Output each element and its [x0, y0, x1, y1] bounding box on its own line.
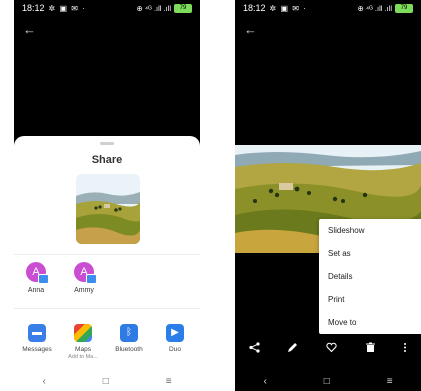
photo-toolbar	[235, 340, 421, 358]
contact-name: Ammy	[74, 287, 94, 294]
menu-item-move-to[interactable]: Move to	[319, 311, 421, 334]
avatar: A	[74, 262, 97, 284]
bluetooth-icon: ᛒ	[120, 324, 138, 342]
maps-icon	[74, 324, 92, 342]
contact-anna[interactable]: A Anna	[16, 262, 56, 294]
divider	[14, 308, 200, 309]
notification-icons: ✲ ▣ ✉ ·	[269, 3, 307, 13]
menu-item-set-as[interactable]: Set as	[319, 242, 421, 265]
status-time: 18:12	[243, 3, 266, 13]
message-badge-icon	[38, 274, 49, 284]
nav-home-icon[interactable]: □	[103, 376, 109, 387]
battery-icon: 79	[395, 3, 413, 13]
share-title: Share	[91, 154, 123, 166]
menu-item-slideshow[interactable]: Slideshow	[319, 219, 421, 242]
divider	[14, 254, 200, 255]
photo-viewer-screen: 18:12 ✲ ▣ ✉ · ⊕ ⁴ᴳ .ıll .ıll 79 ← Slides…	[235, 0, 421, 391]
status-time: 18:12	[22, 3, 45, 13]
contact-ammy[interactable]: A Ammy	[64, 262, 104, 294]
status-bar: 18:12 ✲ ▣ ✉ · ⊕ ⁴ᴳ .ıll .ıll 79	[14, 0, 200, 16]
signal-indicators: ⊕ ⁴ᴳ .ıll .ıll 79	[357, 3, 413, 13]
app-label: Maps	[75, 346, 91, 353]
more-icon[interactable]	[403, 342, 407, 356]
nav-back-icon[interactable]: ‹	[263, 376, 266, 387]
app-bluetooth[interactable]: ᛒ Bluetooth	[106, 324, 152, 354]
share-screen: 18:12 ✲ ▣ ✉ · ⊕ ⁴ᴳ .ıll .ıll 79 ← Share	[14, 0, 200, 391]
video-icon: ▶	[166, 324, 184, 342]
contact-name: Anna	[27, 287, 45, 294]
signal-icon: ⊕ ⁴ᴳ .ıll .ıll	[357, 3, 392, 13]
share-sheet: Share A Anna A Ammy ▬ Messages Maps Add …	[14, 136, 200, 391]
back-arrow-icon[interactable]: ←	[244, 23, 257, 36]
message-badge-icon	[86, 274, 97, 284]
back-arrow-icon[interactable]: ←	[23, 23, 36, 36]
share-icon[interactable]	[249, 342, 260, 356]
app-label: Messages	[22, 346, 52, 353]
app-messages[interactable]: ▬ Messages	[14, 324, 60, 354]
message-icon: ▬	[28, 324, 46, 342]
notification-icons: ✲ ▣ ✉ ·	[48, 3, 86, 13]
app-label: Bluetooth	[115, 346, 143, 353]
heart-icon[interactable]	[326, 342, 337, 356]
avatar: A	[26, 262, 49, 284]
nav-home-icon[interactable]: □	[324, 376, 330, 387]
overflow-menu: Slideshow Set as Details Print Move to	[319, 219, 421, 334]
menu-item-print[interactable]: Print	[319, 288, 421, 311]
app-label: Duo	[169, 346, 181, 353]
signal-icon: ⊕ ⁴ᴳ .ıll .ıll	[136, 3, 171, 13]
menu-item-details[interactable]: Details	[319, 265, 421, 288]
app-maps[interactable]: Maps Add to Ma...	[60, 324, 106, 361]
shared-image-thumbnail	[76, 174, 140, 244]
trash-icon[interactable]	[365, 342, 376, 356]
app-sublabel: Add to Ma...	[68, 354, 98, 360]
battery-icon: 79	[174, 3, 192, 13]
nav-bar: ‹ □ ≡	[14, 371, 200, 391]
status-bar: 18:12 ✲ ▣ ✉ · ⊕ ⁴ᴳ .ıll .ıll 79	[235, 0, 421, 16]
nav-back-icon[interactable]: ‹	[42, 376, 45, 387]
nav-bar: ‹ □ ≡	[235, 371, 421, 391]
app-duo[interactable]: ▶ Duo	[152, 324, 198, 354]
nav-recents-icon[interactable]: ≡	[166, 376, 172, 387]
edit-icon[interactable]	[287, 342, 298, 356]
sheet-handle[interactable]	[100, 142, 114, 145]
nav-recents-icon[interactable]: ≡	[387, 376, 393, 387]
signal-indicators: ⊕ ⁴ᴳ .ıll .ıll 79	[136, 3, 192, 13]
